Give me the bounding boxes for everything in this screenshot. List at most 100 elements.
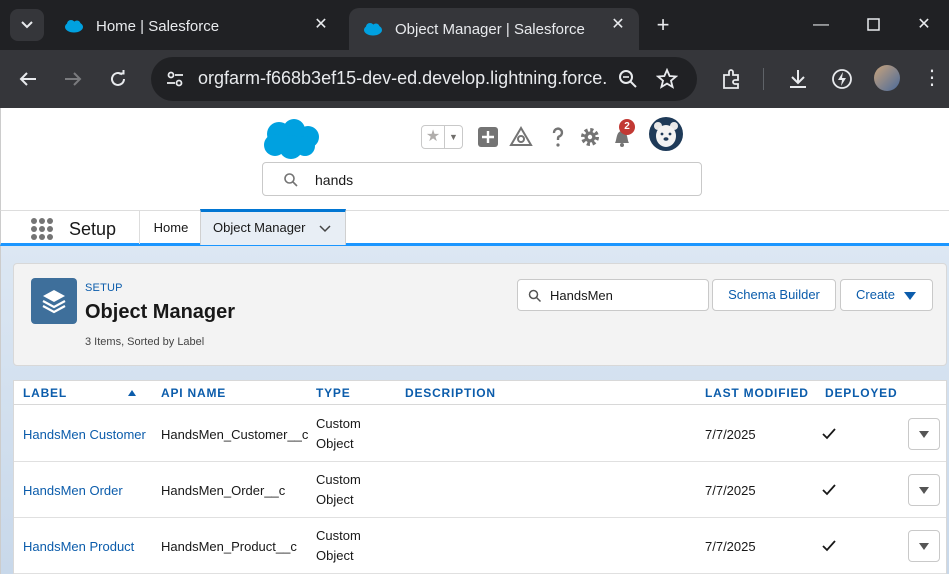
api-name-cell: HandsMen_Product__c bbox=[161, 539, 297, 554]
page-title: Object Manager bbox=[85, 301, 236, 323]
reload-icon bbox=[111, 70, 125, 86]
type-cell: Custom Object bbox=[316, 472, 361, 507]
url-text: orgfarm-f668b3ef15-dev-ed.develop.lightn… bbox=[198, 68, 608, 88]
profile-avatar[interactable] bbox=[874, 65, 900, 91]
favorites-group[interactable]: ★ ▼ bbox=[421, 125, 463, 149]
app-name: Setup bbox=[69, 219, 117, 239]
setup-gear-icon[interactable] bbox=[578, 125, 602, 149]
object-manager-header: SETUP Object Manager 3 Items, Sorted by … bbox=[13, 263, 947, 366]
browser-tab-title: Object Manager | Salesforce bbox=[395, 20, 585, 38]
type-cell: Custom Object bbox=[316, 416, 361, 451]
minimize-window-icon[interactable]: — bbox=[808, 12, 834, 38]
performance-icon[interactable] bbox=[830, 67, 854, 91]
notification-count-badge: 2 bbox=[619, 119, 635, 135]
new-tab-button[interactable]: + bbox=[650, 12, 676, 38]
salesforce-global-header: ★ ▼ 2 hands bbox=[0, 108, 949, 210]
address-bar[interactable]: orgfarm-f668b3ef15-dev-ed.develop.lightn… bbox=[151, 57, 697, 101]
object-label-link[interactable]: HandsMen Order bbox=[23, 483, 123, 498]
layers-icon bbox=[31, 278, 77, 324]
objects-table: LABEL API NAME TYPE DESCRIPTION LAST MOD… bbox=[13, 380, 947, 574]
last-modified-cell: 7/7/2025 bbox=[705, 427, 756, 442]
table-row: HandsMen Order HandsMen_Order__c Custom … bbox=[14, 462, 946, 518]
last-modified-cell: 7/7/2025 bbox=[705, 483, 756, 498]
tab-search-button[interactable] bbox=[10, 9, 44, 41]
user-avatar[interactable] bbox=[649, 117, 683, 151]
nav-item-object-manager[interactable]: Object Manager bbox=[200, 209, 346, 245]
site-settings-icon[interactable] bbox=[163, 67, 187, 91]
extensions-icon[interactable] bbox=[720, 67, 744, 91]
breadcrumb[interactable]: SETUP bbox=[85, 282, 123, 294]
salesforce-cloud-icon bbox=[65, 20, 83, 33]
sort-ascending-icon[interactable] bbox=[128, 390, 136, 396]
browser-tab-home[interactable]: Home | Salesforce ✕ bbox=[50, 8, 342, 44]
close-tab-icon[interactable]: ✕ bbox=[312, 16, 330, 34]
search-icon bbox=[528, 289, 542, 303]
quick-find-value: HandsMen bbox=[550, 288, 613, 303]
forward-button[interactable] bbox=[59, 65, 87, 93]
deployed-check-icon bbox=[822, 540, 836, 552]
chevron-down-icon bbox=[919, 431, 929, 438]
global-actions-icon[interactable] bbox=[476, 125, 500, 149]
table-row: HandsMen Customer HandsMen_Customer__c C… bbox=[14, 406, 946, 462]
column-header-api-name[interactable]: API NAME bbox=[161, 386, 226, 400]
nav-item-home[interactable]: Home bbox=[141, 211, 201, 244]
salesforce-cloud-icon bbox=[364, 23, 382, 36]
browser-tab-object-manager[interactable]: Object Manager | Salesforce ✕ bbox=[349, 8, 639, 50]
last-modified-cell: 7/7/2025 bbox=[705, 539, 756, 554]
trailhead-guidance-icon[interactable] bbox=[509, 125, 533, 149]
column-header-label[interactable]: LABEL bbox=[23, 386, 67, 400]
row-actions-button[interactable] bbox=[908, 474, 940, 506]
back-arrow-icon bbox=[19, 72, 36, 86]
deployed-check-icon bbox=[822, 484, 836, 496]
app-launcher-icon[interactable] bbox=[31, 218, 53, 240]
reload-button[interactable] bbox=[104, 65, 132, 93]
nav-divider bbox=[139, 211, 140, 244]
maximize-window-icon[interactable] bbox=[860, 12, 886, 38]
browser-menu-icon[interactable]: ⋮ bbox=[922, 66, 942, 90]
create-button[interactable]: Create bbox=[840, 279, 933, 311]
type-cell: Custom Object bbox=[316, 528, 361, 563]
toolbar-divider bbox=[763, 68, 764, 90]
global-search-input[interactable]: hands bbox=[262, 162, 702, 196]
search-icon bbox=[284, 173, 298, 187]
global-search-value: hands bbox=[315, 172, 354, 188]
row-actions-button[interactable] bbox=[908, 530, 940, 562]
salesforce-logo[interactable] bbox=[261, 118, 321, 160]
close-tab-icon[interactable]: ✕ bbox=[609, 16, 627, 34]
browser-tab-title: Home | Salesforce bbox=[96, 17, 220, 35]
column-header-description[interactable]: DESCRIPTION bbox=[405, 386, 496, 400]
schema-builder-button[interactable]: Schema Builder bbox=[712, 279, 836, 311]
chevron-down-icon bbox=[919, 543, 929, 550]
deployed-check-icon bbox=[822, 428, 836, 440]
zoom-icon[interactable] bbox=[617, 68, 639, 90]
favorites-dropdown-icon[interactable]: ▼ bbox=[444, 126, 462, 148]
browser-toolbar: orgfarm-f668b3ef15-dev-ed.develop.lightn… bbox=[0, 50, 949, 108]
list-meta-info: 3 Items, Sorted by Label bbox=[85, 336, 205, 348]
row-actions-button[interactable] bbox=[908, 418, 940, 450]
column-header-type[interactable]: TYPE bbox=[316, 386, 351, 400]
create-button-label: Create bbox=[856, 287, 896, 302]
nav-item-label: Object Manager bbox=[213, 220, 306, 235]
chevron-down-icon[interactable] bbox=[318, 221, 332, 235]
api-name-cell: HandsMen_Customer__c bbox=[161, 427, 309, 442]
object-label-link[interactable]: HandsMen Customer bbox=[23, 427, 146, 442]
forward-arrow-icon bbox=[65, 72, 82, 86]
api-name-cell: HandsMen_Order__c bbox=[161, 483, 286, 498]
table-header: LABEL API NAME TYPE DESCRIPTION LAST MOD… bbox=[14, 381, 946, 405]
app-navigation-bar: Setup Home Object Manager bbox=[0, 209, 949, 246]
quick-find-input[interactable]: HandsMen bbox=[517, 279, 709, 311]
back-button[interactable] bbox=[14, 65, 42, 93]
bookmark-star-icon[interactable] bbox=[656, 68, 678, 90]
column-header-deployed[interactable]: DEPLOYED bbox=[825, 386, 897, 400]
chevron-down-icon bbox=[21, 21, 33, 29]
object-label-link[interactable]: HandsMen Product bbox=[23, 539, 134, 554]
close-window-icon[interactable]: ✕ bbox=[911, 12, 937, 38]
download-icon[interactable] bbox=[786, 67, 810, 91]
table-row: HandsMen Product HandsMen_Product__c Cus… bbox=[14, 518, 946, 574]
favorite-star-icon[interactable]: ★ bbox=[422, 126, 444, 148]
help-icon[interactable] bbox=[546, 125, 570, 149]
caret-down-icon bbox=[904, 292, 916, 300]
browser-tabstrip: Home | Salesforce ✕ Object Manager | Sal… bbox=[0, 0, 949, 50]
chevron-down-icon bbox=[919, 487, 929, 494]
column-header-last-modified[interactable]: LAST MODIFIED bbox=[705, 386, 809, 400]
